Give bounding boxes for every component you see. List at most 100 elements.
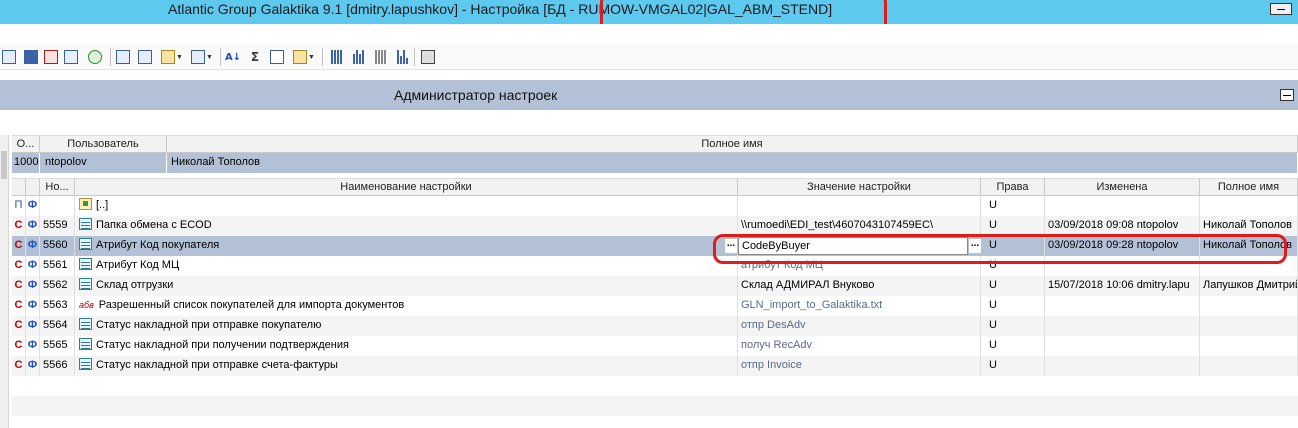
row-name-cell: Статус накладной при отправке счета-факт… bbox=[75, 356, 738, 376]
list-icon bbox=[79, 278, 92, 290]
export-icon[interactable]: ▼ bbox=[160, 49, 184, 65]
row-name-cell: Атрибут Код покупателя bbox=[75, 236, 738, 256]
row-flag-type: С bbox=[12, 356, 26, 376]
spacer bbox=[0, 70, 1298, 80]
row-name: Разрешенный список покупателей для импор… bbox=[98, 299, 405, 311]
grid-icon[interactable] bbox=[138, 49, 152, 65]
empty-row bbox=[12, 376, 1298, 396]
row-value: \\rumoedi\EDI_test\4607043107459EC\ bbox=[738, 216, 981, 236]
list-icon bbox=[79, 338, 92, 350]
row-flag-type: С bbox=[12, 336, 26, 356]
row-flag-type: С bbox=[12, 256, 26, 276]
refresh-icon[interactable] bbox=[88, 49, 102, 65]
row-number: 5560 bbox=[40, 236, 75, 256]
table-row[interactable]: С Ф 5563 абв Разрешенный список покупател… bbox=[12, 296, 1298, 316]
scrollbar-thumb[interactable] bbox=[1, 151, 7, 179]
row-value: отпр DesAdv bbox=[738, 316, 981, 336]
row-flag-scope: Ф bbox=[26, 196, 40, 216]
row-value: отпр Invoice bbox=[738, 356, 981, 376]
row-flag-scope: Ф bbox=[26, 236, 40, 256]
minimize-button[interactable] bbox=[1270, 3, 1292, 15]
filter-icon[interactable] bbox=[270, 49, 284, 65]
row-name-cell: абв Разрешенный список покупателей для им… bbox=[75, 296, 738, 316]
list-icon bbox=[79, 218, 92, 230]
print-icon[interactable] bbox=[420, 49, 436, 65]
window-icon[interactable] bbox=[64, 49, 78, 65]
highlight-annotation-row bbox=[713, 234, 1287, 264]
row-name: Атрибут Код МЦ bbox=[96, 259, 180, 271]
table-row[interactable]: С Ф 5559 Папка обмена с ECOD \\rumoedi\E… bbox=[12, 216, 1298, 236]
row-fullname bbox=[1200, 196, 1298, 216]
toolbar: ▼ ▼ A↓ Σ ▼ bbox=[0, 44, 1298, 70]
copy2-icon[interactable]: ▼ bbox=[190, 49, 214, 65]
users-grid: О... Пользователь Полное имя 1000 ntopol… bbox=[12, 135, 1298, 173]
sort-az-icon[interactable]: A↓ bbox=[225, 49, 241, 65]
columns1-icon[interactable] bbox=[328, 49, 344, 65]
row-rights: U bbox=[981, 356, 1045, 376]
toolbar-separator bbox=[414, 48, 415, 66]
settings-icon[interactable]: ▼ bbox=[290, 49, 318, 65]
sum-icon[interactable]: Σ bbox=[248, 49, 262, 65]
panel-minimize-button[interactable] bbox=[1280, 89, 1294, 101]
row-fullname bbox=[1200, 356, 1298, 376]
row-flag-type: С bbox=[12, 216, 26, 236]
column-header[interactable]: Наименование настройки bbox=[75, 178, 738, 196]
column-header-flag2[interactable] bbox=[26, 178, 40, 196]
folder-up-icon bbox=[79, 198, 92, 210]
columns4-icon[interactable] bbox=[394, 49, 410, 65]
row-name-cell: Папка обмена с ECOD bbox=[75, 216, 738, 236]
column-header[interactable]: О... bbox=[12, 135, 40, 153]
row-number: 5566 bbox=[40, 356, 75, 376]
row-name-cell: Атрибут Код МЦ bbox=[75, 256, 738, 276]
list-icon bbox=[79, 358, 92, 370]
column-header[interactable]: Но... bbox=[40, 178, 75, 196]
list-icon bbox=[79, 318, 92, 330]
calculator-icon[interactable] bbox=[2, 49, 16, 65]
table-row[interactable]: П Ф [..] U bbox=[12, 196, 1298, 216]
toolbar-separator bbox=[322, 48, 323, 66]
help-icon[interactable] bbox=[24, 49, 38, 65]
list-icon bbox=[79, 258, 92, 270]
settings-grid: Но... Наименование настройки Значение на… bbox=[12, 178, 1298, 428]
column-header[interactable]: Изменена bbox=[1045, 178, 1200, 196]
delete-icon[interactable] bbox=[44, 49, 58, 65]
row-changed bbox=[1045, 336, 1200, 356]
columns2-icon[interactable] bbox=[350, 49, 366, 65]
column-header[interactable]: Полное имя bbox=[1200, 178, 1298, 196]
row-flag-type: П bbox=[12, 196, 26, 216]
column-header[interactable]: Значение настройки bbox=[738, 178, 981, 196]
column-header[interactable]: Права bbox=[981, 178, 1045, 196]
columns3-icon[interactable] bbox=[372, 49, 388, 65]
row-fullname bbox=[1200, 336, 1298, 356]
menu-strip bbox=[0, 24, 1298, 44]
table-row[interactable]: С Ф 5564 Статус накладной при отправке п… bbox=[12, 316, 1298, 336]
row-flag-scope: Ф bbox=[26, 276, 40, 296]
row-flag-scope: Ф bbox=[26, 256, 40, 276]
column-header-flag1[interactable] bbox=[12, 178, 26, 196]
row-fullname bbox=[1200, 296, 1298, 316]
row-rights: U bbox=[981, 336, 1045, 356]
row-name: Статус накладной при отправке счета-факт… bbox=[96, 359, 338, 371]
row-flag-scope: Ф bbox=[26, 356, 40, 376]
copy-icon[interactable] bbox=[116, 49, 130, 65]
row-changed: 15/07/2018 10:06 dmitry.lapu bbox=[1045, 276, 1200, 296]
column-header[interactable]: Пользователь bbox=[40, 135, 167, 153]
row-value: Склад АДМИРАЛ Внуково bbox=[738, 276, 981, 296]
table-row[interactable]: С Ф 5566 Статус накладной при отправке с… bbox=[12, 356, 1298, 376]
row-number: 5562 bbox=[40, 276, 75, 296]
row-name-cell: Склад отгрузки bbox=[75, 276, 738, 296]
row-value: получ RecAdv bbox=[738, 336, 981, 356]
row-changed: 03/09/2018 09:08 ntopolov bbox=[1045, 216, 1200, 236]
left-scrollbar[interactable] bbox=[0, 135, 9, 428]
row-number: 5563 bbox=[40, 296, 75, 316]
column-header[interactable]: Полное имя bbox=[167, 135, 1298, 153]
row-fullname: Николай Тополов bbox=[1200, 216, 1298, 236]
row-changed bbox=[1045, 356, 1200, 376]
table-row[interactable]: С Ф 5562 Склад отгрузки Склад АДМИРАЛ Вн… bbox=[12, 276, 1298, 296]
abc-icon: абв bbox=[79, 300, 94, 310]
panel-header: Администратор настроек bbox=[0, 80, 1298, 110]
table-row[interactable]: С Ф 5565 Статус накладной при получении … bbox=[12, 336, 1298, 356]
row-number bbox=[40, 196, 75, 216]
row-name-cell: Статус накладной при отправке покупателю bbox=[75, 316, 738, 336]
user-full-name: Николай Тополов bbox=[167, 153, 1298, 173]
